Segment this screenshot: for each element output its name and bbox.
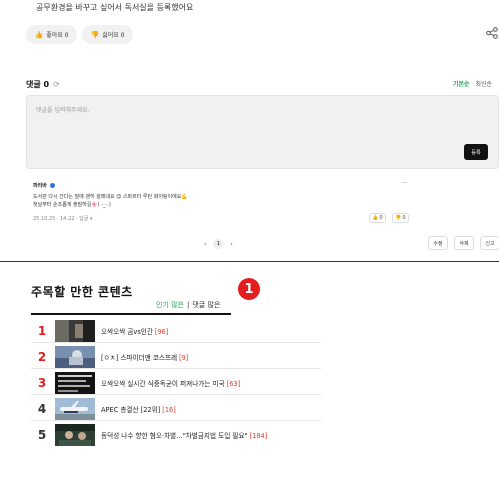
annotation-marker: 1 <box>238 278 260 300</box>
comment-like-button[interactable]: 👍 0 <box>369 213 386 223</box>
thumbnail-image <box>55 424 95 446</box>
featured-list-item[interactable]: 1 오싹오싹 곰vs인간 [96] <box>31 319 321 343</box>
tab-most-comments[interactable]: 댓글 많은 <box>192 301 220 309</box>
featured-list-item[interactable]: 2 [ㅇㅊ] 스파이더맨 코스프레 [9] <box>31 345 321 369</box>
thumbnail-image <box>55 319 95 342</box>
comment-dislike-button[interactable]: 👎 0 <box>392 213 409 223</box>
current-page[interactable]: 1 <box>213 239 224 249</box>
refresh-icon[interactable]: ⟳ <box>53 80 60 89</box>
featured-list-item[interactable]: 4 APEC 총결산 [22위] [16] <box>31 397 321 421</box>
comment-header: 댓글 0 ⟳ <box>26 79 60 90</box>
comment-count-title: 댓글 0 <box>26 80 50 89</box>
item-title: [ㅇㅊ] 스파이더맨 코스프레 <box>101 353 178 362</box>
thumbnail-image <box>55 397 95 420</box>
rank-number: 4 <box>37 401 47 416</box>
comment-sort: 기본순 · 최신순 <box>453 79 492 88</box>
featured-list-item[interactable]: 5 동덕성 나수 향한 혐오·차별…"차별금지법 도입 필요" [184] <box>31 423 321 447</box>
comment-count: [184] <box>249 432 268 440</box>
featured-section-title: 주목할 만한 콘텐츠 <box>31 285 133 299</box>
prev-page-icon[interactable]: ‹ <box>204 241 206 248</box>
item-title: APEC 총결산 [22위] <box>101 405 161 414</box>
tab-separator: | <box>187 301 190 309</box>
rank-number: 5 <box>37 428 47 442</box>
comment-pagination: ‹ 1 › <box>204 239 233 249</box>
comment-input-placeholder[interactable]: 댓글을 입력해주세요. <box>36 105 90 114</box>
thumbnail-image <box>55 345 95 368</box>
thumbs-down-icon: 👎 <box>395 215 402 221</box>
comment-dislike-count: 0 <box>402 215 406 221</box>
item-title: 오싹오싹 실시간 식중독균이 퍼져나가는 미국 <box>101 379 225 388</box>
comment-input-box[interactable]: 댓글을 입력해주세요. 등록 <box>26 95 499 169</box>
edit-button[interactable]: 수정 <box>428 236 448 250</box>
like-button[interactable]: 👍 좋아요 0 <box>26 25 77 44</box>
comment-author: 파리바 <box>33 182 55 189</box>
thumbnail-image <box>55 371 95 394</box>
like-label: 좋아요 0 <box>46 32 69 39</box>
comment-count: [63] <box>226 379 241 388</box>
comment-text-line: 도서관 다시 간다는 말에 괜히 설레네요 😊 스파르타 루틴 화이팅이에요💪 <box>33 194 188 200</box>
featured-tabs: 인기 많은 | 댓글 많은 <box>156 300 220 310</box>
rank-number: 2 <box>37 349 47 364</box>
thumbs-up-icon: 👍 <box>372 215 379 221</box>
next-page-icon[interactable]: › <box>230 241 232 248</box>
sort-separator: · <box>471 81 474 88</box>
rank-number: 3 <box>37 375 47 390</box>
more-options-icon[interactable]: ··· <box>402 180 408 187</box>
share-icon[interactable] <box>486 27 498 39</box>
rank-number: 1 <box>37 323 47 338</box>
section-divider <box>0 261 499 262</box>
comment-count: [16] <box>162 405 176 414</box>
dislike-button[interactable]: 👎 싫어요 0 <box>82 25 133 44</box>
verified-badge-icon <box>49 183 55 188</box>
comment-author-name: 파리바 <box>33 183 47 189</box>
item-title: 동덕성 나수 향한 혐오·차별…"차별금지법 도입 필요" <box>101 432 248 440</box>
dislike-label: 싫어요 0 <box>102 32 125 39</box>
comment-count: [96] <box>154 327 169 336</box>
delete-button[interactable]: 삭제 <box>454 236 474 250</box>
comment-count: [9] <box>179 353 189 362</box>
submit-comment-button[interactable]: 등록 <box>464 144 488 160</box>
post-body-text: 공무환경을 바꾸고 싶어서 독서실을 등록했어요 <box>36 3 194 12</box>
section-underline <box>31 313 231 315</box>
featured-list-item[interactable]: 3 오싹오싹 실시간 식중독균이 퍼져나가는 미국 [63] <box>31 371 321 395</box>
comment-like-count: 0 <box>379 215 383 221</box>
comment-meta[interactable]: 25.10.25 · 14:22 · 답글 ▾ <box>33 215 93 222</box>
tab-popular[interactable]: 인기 많은 <box>156 301 184 309</box>
comment-text-line: 첫날부터 순조롭게 출발하길🌸( -_- ) <box>33 202 111 208</box>
sort-default-tab[interactable]: 기본순 <box>453 81 470 88</box>
sort-latest-tab[interactable]: 최신순 <box>475 81 492 88</box>
report-button[interactable]: 신고 <box>480 236 499 250</box>
thumbs-down-icon: 👎 <box>90 30 100 39</box>
item-title: 오싹오싹 곰vs인간 <box>101 327 153 336</box>
thumbs-up-icon: 👍 <box>34 30 44 39</box>
